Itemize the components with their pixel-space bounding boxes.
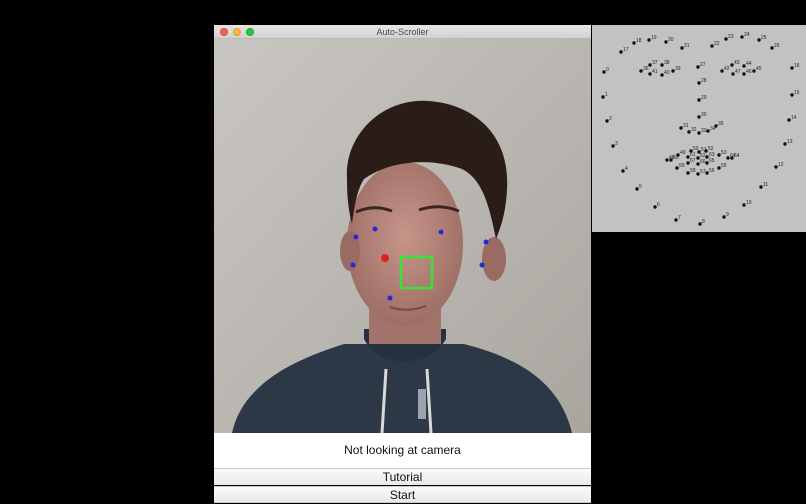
landmark-marker <box>483 239 489 245</box>
landmark-label: 43 <box>734 60 740 66</box>
landmark-label: 59 <box>679 163 685 169</box>
landmark-label: 1 <box>605 92 608 98</box>
landmark-marker <box>372 226 378 232</box>
landmark-label: 3 <box>615 141 618 147</box>
landmark-label: 39 <box>675 66 681 72</box>
landmark-label: 45 <box>756 66 762 72</box>
zipper <box>418 389 426 419</box>
app-window: Auto-Scroller Not looking at camera Tuto… <box>214 25 591 503</box>
landmark-label: 66 <box>700 159 706 165</box>
landmark-label: 8 <box>702 219 705 225</box>
landmark-label: 19 <box>651 35 657 41</box>
landmark-label: 10 <box>746 200 752 206</box>
landmark-label: 15 <box>794 90 800 96</box>
landmark-label: 58 <box>690 168 696 174</box>
landmark-label: 7 <box>678 215 681 221</box>
landmark-label: 33 <box>701 128 707 134</box>
landmark-marker <box>350 262 356 268</box>
landmark-label: 40 <box>664 70 670 76</box>
landmark-label: 60 <box>673 155 679 161</box>
landmark-label: 57 <box>700 169 706 175</box>
landmark-label: 41 <box>652 69 658 75</box>
landmark-label: 30 <box>701 112 707 118</box>
landmark-plot: 0 1 2 3 4 5 6 7 8 9 10 11 12 13 14 15 16 17 18 19 20 21 22 23 24… <box>592 25 806 232</box>
landmark-label: 23 <box>728 34 734 40</box>
landmark-label: 37 <box>652 60 658 66</box>
landmark-label: 22 <box>714 41 720 47</box>
landmark-label: 65 <box>709 158 715 164</box>
landmark-label: 25 <box>761 35 767 41</box>
landmark-label: 5 <box>639 184 642 190</box>
landmark-label: 26 <box>774 43 780 49</box>
camera-image <box>214 39 591 433</box>
landmark-label: 28 <box>701 78 707 84</box>
landmark-marker <box>438 229 444 235</box>
landmark-label: 35 <box>718 121 724 127</box>
landmark-marker <box>387 295 393 301</box>
landmark-label: 49 <box>680 150 686 156</box>
landmark-label: 56 <box>709 168 715 174</box>
landmark-label: 42 <box>724 66 730 72</box>
landmark-label: 67 <box>690 158 696 164</box>
landmark-label: 20 <box>668 37 674 43</box>
status-label: Not looking at camera <box>214 433 591 468</box>
landmark-label: 44 <box>746 61 752 67</box>
landmark-label: 64 <box>730 153 736 159</box>
landmark-label: 14 <box>791 115 797 121</box>
landmark-label: 31 <box>683 123 689 129</box>
landmark-label: 13 <box>787 139 793 145</box>
landmark-marker <box>353 234 359 240</box>
landmark-label: 6 <box>657 202 660 208</box>
landmark-label: 24 <box>744 32 750 38</box>
landmark-label: 53 <box>721 150 727 156</box>
landmark-label: 18 <box>636 38 642 44</box>
landmark-label: 36 <box>643 66 649 72</box>
landmark-label: 46 <box>746 69 752 75</box>
landmark-label: 55 <box>721 163 727 169</box>
landmark-label: 27 <box>700 62 706 68</box>
landmark-label: 32 <box>691 127 697 133</box>
landmark-label: 38 <box>664 60 670 66</box>
camera-feed <box>214 39 591 433</box>
title-bar[interactable]: Auto-Scroller <box>214 25 591 39</box>
start-button[interactable]: Start <box>214 486 591 503</box>
landmark-map: 0123456789101112131415161718 19 2021 2223 24… <box>601 32 800 226</box>
landmark-label: 2 <box>609 116 612 122</box>
landmark-label: 12 <box>778 162 784 168</box>
landmark-label: 9 <box>726 212 729 218</box>
landmark-label: 17 <box>623 47 629 53</box>
window-title: Auto-Scroller <box>376 27 429 37</box>
landmark-label: 47 <box>735 69 741 75</box>
nose-tip-marker <box>381 254 389 262</box>
landmark-label: 11 <box>763 182 768 188</box>
landmark-label: 16 <box>794 63 800 69</box>
tutorial-button[interactable]: Tutorial <box>214 468 591 485</box>
face <box>347 162 463 326</box>
landmark-marker <box>479 262 485 268</box>
landmark-label: 29 <box>701 95 707 101</box>
landmark-label: 21 <box>684 43 690 49</box>
landmark-label: 0 <box>606 67 609 73</box>
landmark-label: 4 <box>625 166 628 172</box>
